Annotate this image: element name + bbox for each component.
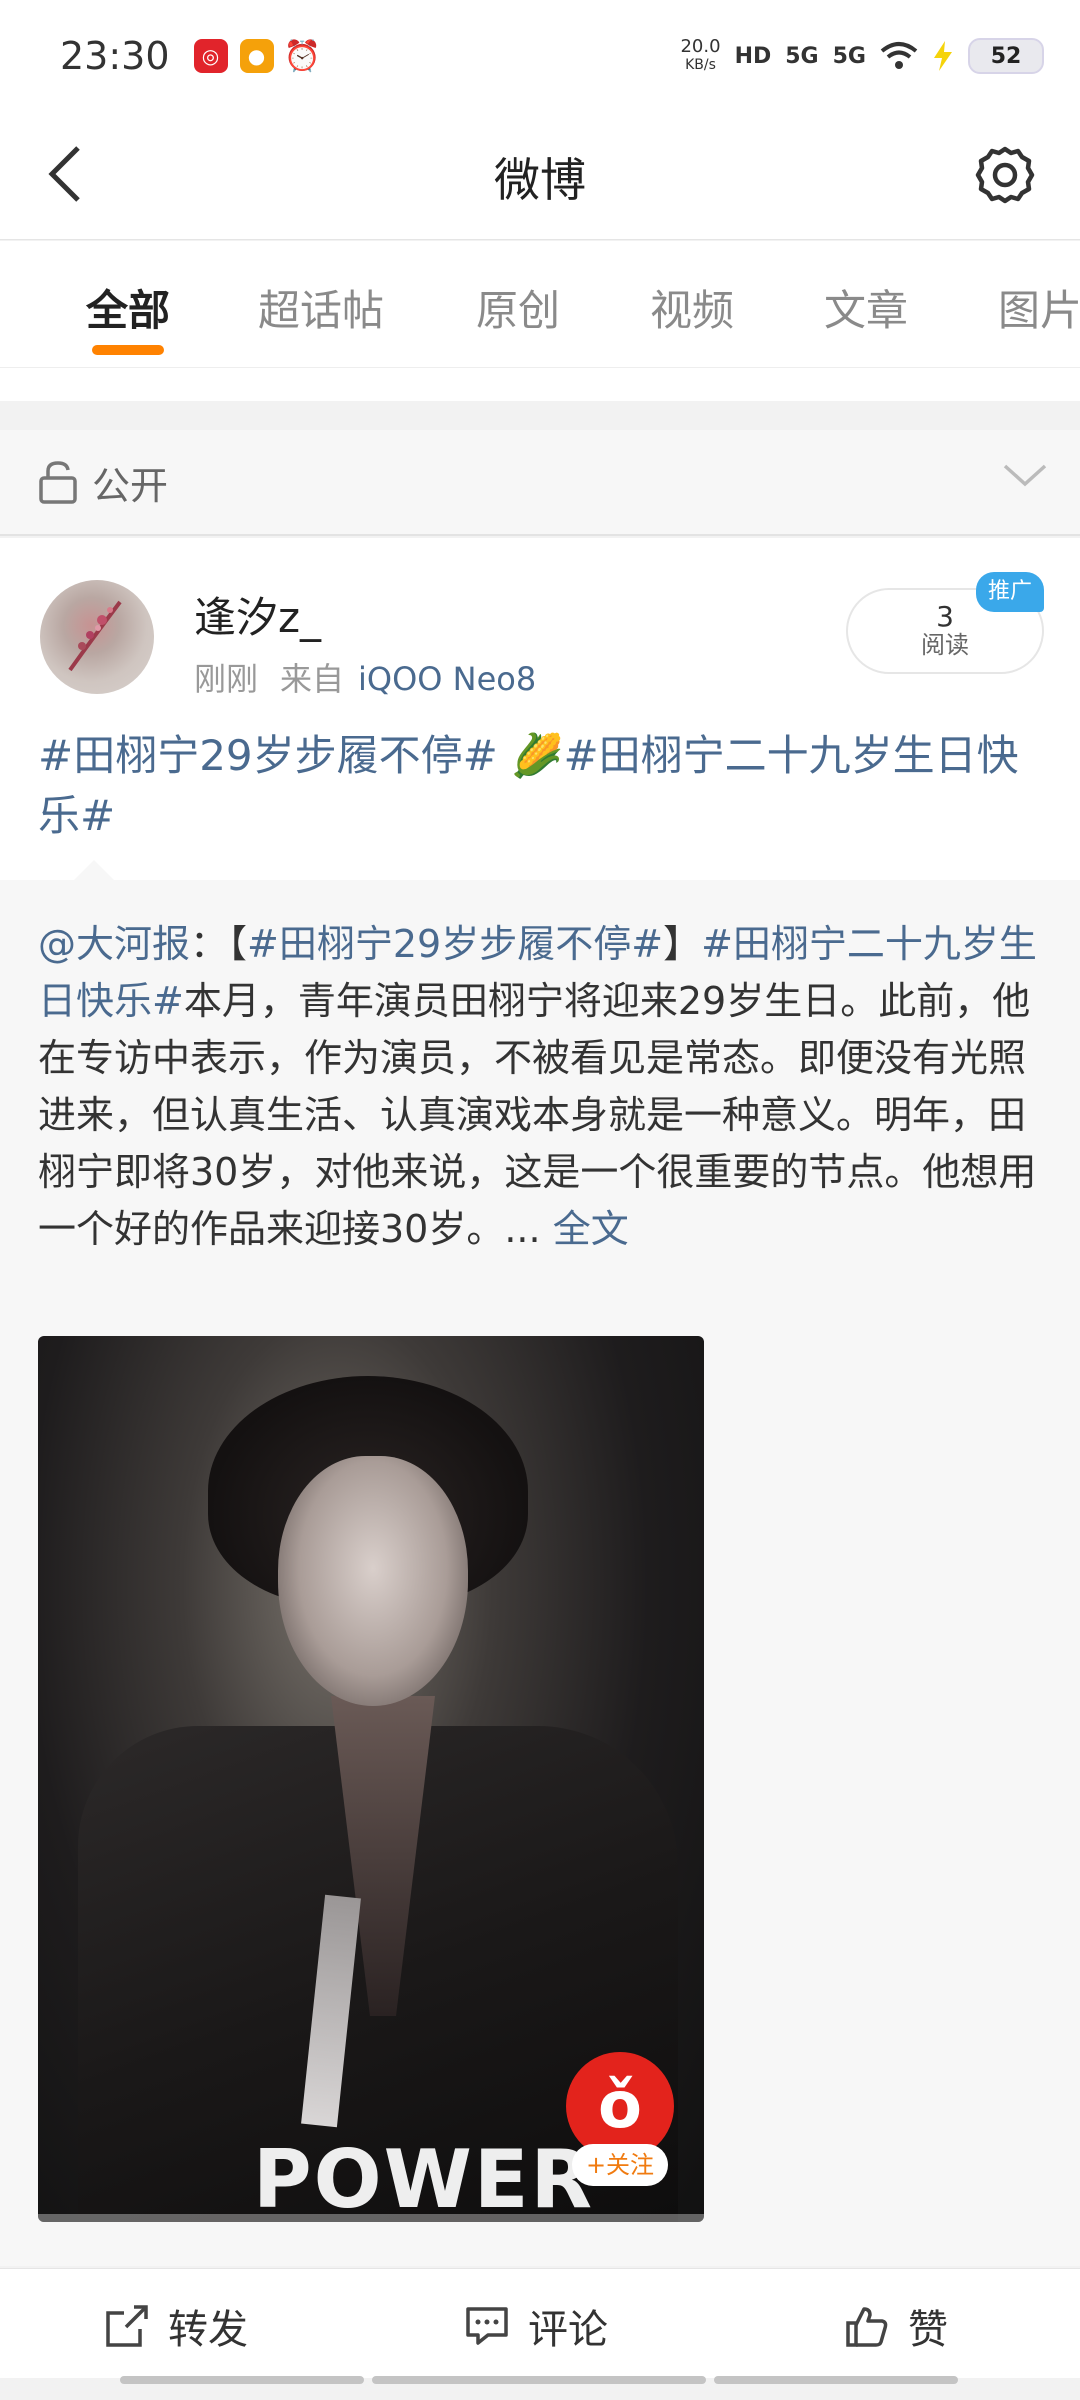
bracket-close: 】 [663,922,702,966]
status-bar: 23:30 ◎ ● ⏰ 20.0 KB/s HD 5G 5G 52 [0,0,1080,112]
tab-original[interactable]: 原创 [476,277,560,338]
repost-separator: ：【 [190,922,248,966]
corn-emoji: 🌽 [511,731,564,780]
username[interactable]: 逢汐z_ [194,584,321,645]
repost-label: 转发 [168,2307,248,2353]
chevron-down-icon[interactable] [1002,460,1048,490]
speed-value: 20.0 [680,36,721,57]
unlock-icon [39,461,77,504]
speed-unit: KB/s [685,57,716,73]
comment-label: 评论 [528,2307,608,2353]
repost-button[interactable]: 转发 [104,2297,248,2355]
media-caption: POWER [253,2133,595,2222]
settings-button[interactable] [970,140,1040,210]
repost-text: @大河报：【#田栩宁29岁步履不停#】#田栩宁二十九岁生日快乐#本月，青年演员田… [38,916,1050,1258]
gear-icon [975,146,1035,204]
like-button[interactable]: 赞 [844,2297,948,2355]
mention-link[interactable]: @大河报 [38,922,190,966]
nav-gesture-bar-3 [714,2376,958,2384]
tab-video[interactable]: 视频 [650,277,734,338]
read-label: 阅读 [921,631,969,659]
source-prefix: 来自 [280,660,345,698]
follow-button[interactable]: +关注 [572,2144,668,2186]
netease-music-icon: ◎ [193,39,228,73]
title-bar: 微博 [0,112,1080,240]
avatar-image [68,600,122,672]
media-face-shape [278,1456,468,1706]
status-indicators: 20.0 KB/s HD 5G 5G 52 [680,38,1044,74]
video-thumbnail[interactable]: POWER ǒ +关注 [38,1336,704,2222]
visibility-selector[interactable]: 公开 [0,430,1080,536]
page-title: 微博 [494,153,586,207]
hashtag-link[interactable]: #田栩宁29岁步履不停# [247,922,663,966]
comment-button[interactable]: 评论 [464,2297,608,2355]
network-speed: 20.0 KB/s [680,38,720,74]
hd-icon: HD [734,43,772,69]
status-time: 23:30 [60,34,170,78]
repost-body: 本月，青年演员田栩宁将迎来29岁生日。此前，他在专访中表示，作为演员，不被看见是… [38,979,1037,1251]
post-meta: 刚刚 来自 iQOO Neo8 [194,654,536,700]
wifi-icon [880,42,918,69]
repost-box[interactable]: @大河报：【#田栩宁29岁步履不停#】#田栩宁二十九岁生日快乐#本月，青年演员田… [0,860,1080,2266]
alarm-icon: ⏰ [283,38,322,74]
action-bar: 转发 评论 赞 [0,2268,1080,2378]
charging-icon [934,41,952,71]
nav-gesture-bar-2 [372,2376,706,2384]
filter-tabs: 全部 超话帖 原创 视频 文章 图片 [0,241,1080,367]
tab-article[interactable]: 文章 [824,277,908,338]
tab-image[interactable]: 图片 [998,277,1080,338]
full-text-link[interactable]: 全文 [553,1207,629,1251]
like-label: 赞 [908,2307,948,2353]
promo-badge[interactable]: 推广 [975,572,1044,612]
post-source[interactable]: iQOO Neo8 [358,660,536,698]
weibo-icon: ● [239,39,274,73]
thumbs-up-icon [846,2307,888,2347]
media-progress-bar [38,2214,704,2222]
tab-all[interactable]: 全部 [86,277,170,338]
share-icon [106,2305,148,2347]
hashtag-link[interactable]: #田栩宁29岁步履不停# [38,731,498,780]
post-text: #田栩宁29岁步履不停# 🌽#田栩宁二十九岁生日快乐# [38,726,1048,846]
comment-icon [466,2307,508,2345]
post-card: 逢汐z_ 刚刚 来自 iQOO Neo8 3 阅读 推广 #田栩宁29岁步履不停# … [0,538,1080,880]
active-tab-indicator [92,345,164,355]
nav-gesture-bar-1 [120,2376,364,2384]
signal-5g-icon: 5G [785,43,819,69]
post-time: 刚刚 [194,660,259,698]
repost-notch [74,860,114,880]
tabs-divider [0,367,1080,401]
avatar[interactable] [40,580,154,694]
signal-5g-icon-2: 5G [832,43,866,69]
tab-super-topic[interactable]: 超话帖 [258,277,384,338]
battery-level: 52 [968,38,1044,74]
visibility-label: 公开 [92,463,169,508]
